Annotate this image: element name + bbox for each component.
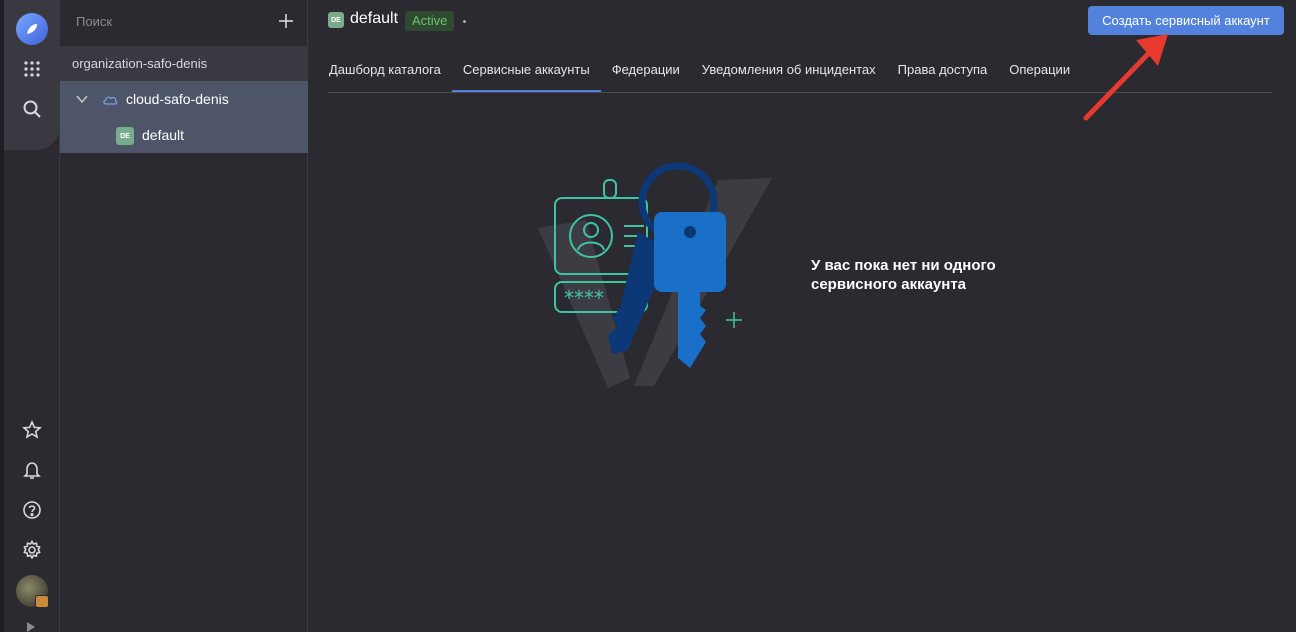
tab-incident-notifications[interactable]: Уведомления об инцидентах bbox=[691, 58, 887, 92]
empty-state-message: У вас пока нет ни одного сервисного акка… bbox=[811, 256, 1051, 294]
cloud-label: cloud-safo-denis bbox=[126, 91, 229, 107]
main-content: DE default Active Создать сервисный акка… bbox=[308, 0, 1296, 632]
organization-label: organization-safo-denis bbox=[72, 56, 208, 71]
separator-dot bbox=[463, 20, 466, 23]
annotation-arrow-icon bbox=[1083, 34, 1168, 121]
tree-item-organization[interactable]: organization-safo-denis bbox=[60, 46, 308, 81]
gear-icon[interactable] bbox=[18, 536, 46, 564]
empty-state-line-2: сервисного аккаунта bbox=[811, 276, 967, 293]
search-input[interactable] bbox=[76, 12, 256, 30]
app-window: organization-safo-denis cloud-safo-denis… bbox=[0, 0, 1296, 632]
tab-federations[interactable]: Федерации bbox=[601, 58, 691, 92]
search-icon[interactable] bbox=[18, 95, 46, 123]
left-rail bbox=[0, 0, 60, 632]
cloud-logo-icon[interactable] bbox=[16, 13, 48, 45]
resource-tree-panel: organization-safo-denis cloud-safo-denis… bbox=[60, 0, 308, 632]
services-grid-icon[interactable] bbox=[18, 55, 46, 83]
collapse-rail-icon[interactable] bbox=[26, 620, 36, 632]
tab-operations[interactable]: Операции bbox=[998, 58, 1081, 92]
tree-search bbox=[60, 0, 308, 44]
tree-item-folder[interactable]: DE default bbox=[60, 117, 308, 153]
empty-state-line-1: У вас пока нет ни одного bbox=[811, 257, 996, 274]
star-icon[interactable] bbox=[18, 416, 46, 444]
cloud-icon bbox=[103, 96, 118, 105]
svg-text:****: **** bbox=[564, 286, 604, 310]
tab-service-accounts[interactable]: Сервисные аккаунты bbox=[451, 58, 601, 92]
folder-label: default bbox=[142, 127, 185, 143]
add-icon[interactable] bbox=[276, 11, 296, 31]
help-icon[interactable] bbox=[18, 496, 46, 524]
tab-access-rights[interactable]: Права доступа bbox=[887, 58, 999, 92]
folder-badge-icon: DE bbox=[116, 127, 134, 145]
status-badge: Active bbox=[405, 11, 455, 31]
tree-item-cloud[interactable]: cloud-safo-denis bbox=[60, 81, 308, 117]
account-badge-icon bbox=[35, 595, 49, 608]
folder-badge-icon: DE bbox=[328, 12, 344, 28]
tab-catalog-dashboard[interactable]: Дашборд каталога bbox=[328, 58, 452, 92]
service-account-keys-illustration: **** bbox=[538, 162, 772, 388]
page-title: default bbox=[350, 10, 399, 27]
chevron-down-icon[interactable] bbox=[76, 94, 88, 104]
bell-icon[interactable] bbox=[18, 456, 46, 484]
